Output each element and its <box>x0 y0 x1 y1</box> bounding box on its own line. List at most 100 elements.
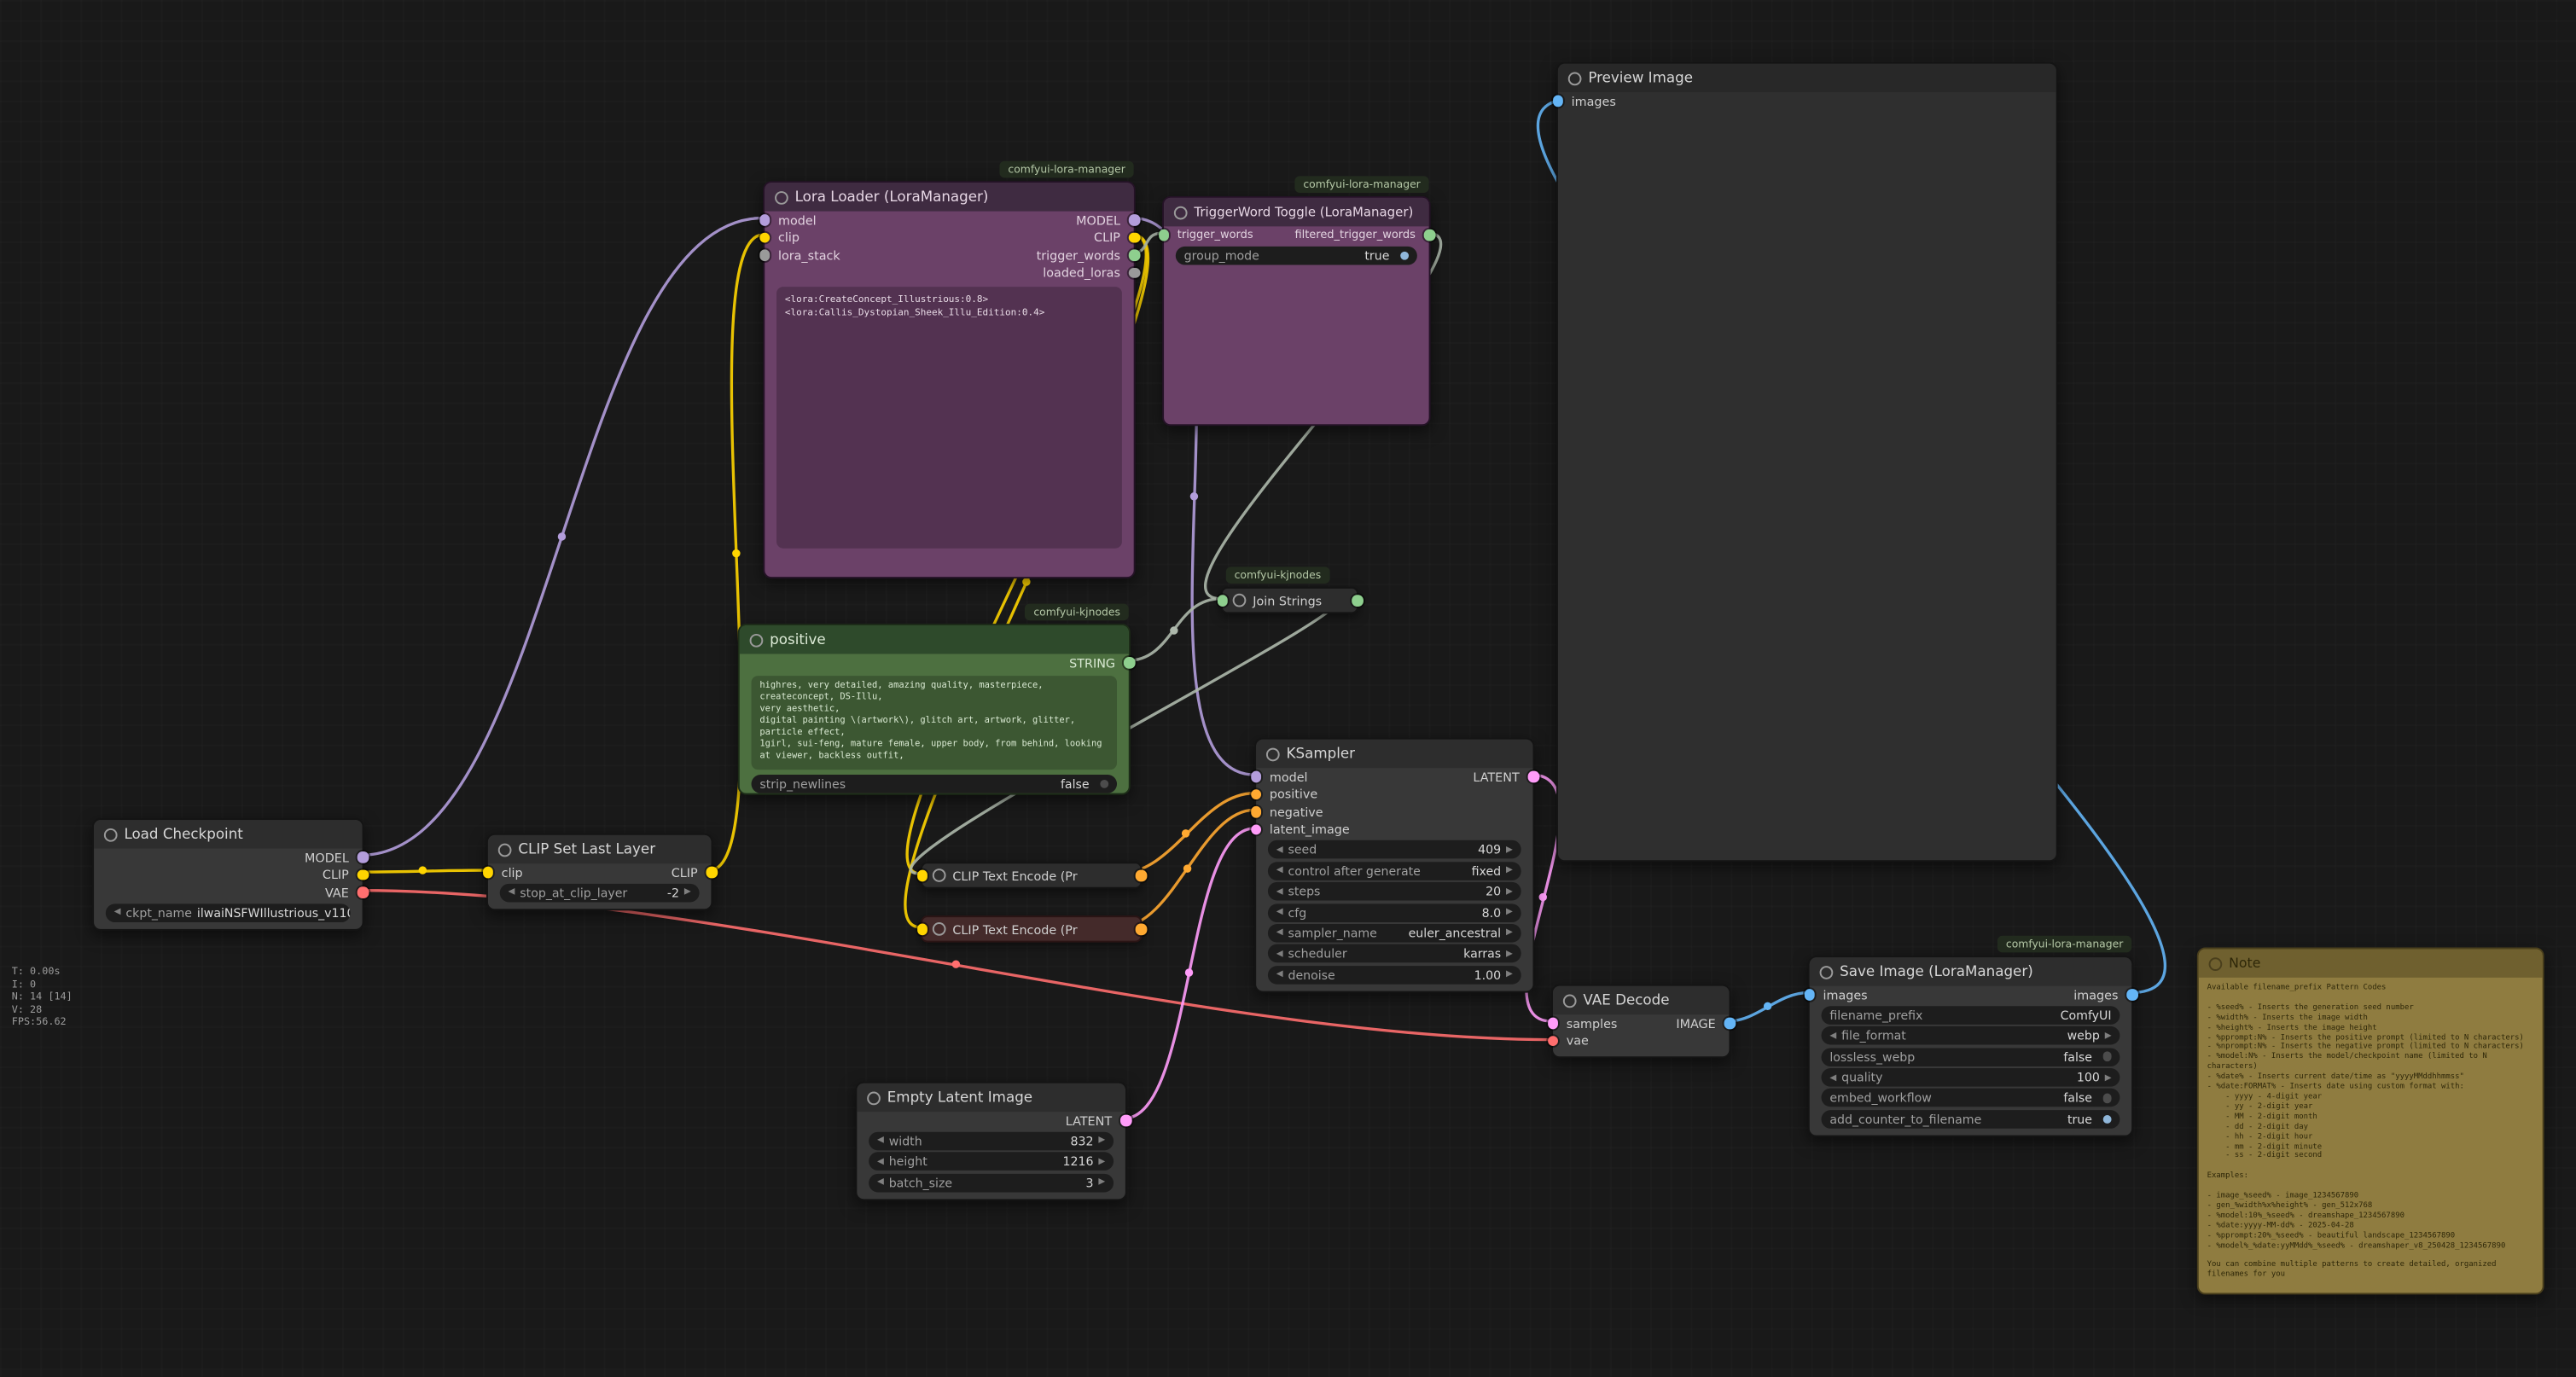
node-vae-decode[interactable]: VAE Decode samples IMAGE vae <box>1551 985 1730 1058</box>
graph-canvas[interactable]: T: 0.00s I: 0 N: 14 [14] V: 28 FPS:56.62… <box>0 0 2576 1377</box>
collapse-dot-icon[interactable] <box>1266 747 1280 761</box>
toggle-indicator-icon[interactable] <box>1099 779 1108 788</box>
input-pin-string[interactable] <box>1217 595 1228 606</box>
combo-right-arrow-icon[interactable]: ▶ <box>1506 907 1513 917</box>
node-titlebar[interactable]: Save Image (LoraManager) <box>1810 957 2131 985</box>
combo-left-arrow-icon[interactable]: ◀ <box>1276 866 1283 876</box>
combo-right-arrow-icon[interactable]: ▶ <box>1098 1157 1105 1167</box>
node-lora-loader[interactable]: comfyui-lora-manager Lora Loader (LoraMa… <box>763 181 1135 578</box>
combo-left-arrow-icon[interactable]: ◀ <box>1276 845 1283 855</box>
node-clip-text-encode-positive[interactable]: CLIP Text Encode (Pr <box>921 862 1142 888</box>
combo-right-arrow-icon[interactable]: ▶ <box>1098 1177 1105 1188</box>
output-pin-trigger-words[interactable] <box>1129 250 1140 261</box>
widget-batch-size[interactable]: ◀ batch_size 3 ▶ <box>869 1173 1114 1192</box>
input-pin-images[interactable] <box>1552 96 1563 107</box>
combo-left-arrow-icon[interactable]: ◀ <box>1276 928 1283 938</box>
node-titlebar[interactable]: Empty Latent Image <box>857 1084 1125 1112</box>
combo-right-arrow-icon[interactable]: ▶ <box>1506 845 1513 855</box>
node-join-strings[interactable]: comfyui-kjnodes Join Strings <box>1221 587 1358 613</box>
node-preview-image[interactable]: Preview Image images <box>1556 62 2058 863</box>
widget-lossless-webp[interactable]: lossless_webp false <box>1822 1048 2120 1066</box>
input-pin-clip[interactable] <box>916 923 927 934</box>
output-pin-images[interactable] <box>2126 990 2137 1001</box>
widget-embed-workflow[interactable]: embed_workflow false <box>1822 1089 2120 1108</box>
combo-right-arrow-icon[interactable]: ▶ <box>1506 970 1513 980</box>
widget-seed[interactable]: ◀ seed 409 ▶ <box>1268 840 1521 859</box>
node-titlebar[interactable]: Note <box>2199 949 2543 977</box>
input-pin-positive[interactable] <box>1250 789 1261 800</box>
widget-file-format[interactable]: ◀ file_format webp ▶ <box>1822 1026 2120 1045</box>
node-load-checkpoint[interactable]: Load Checkpoint MODEL CLIP VAE ◀ ckpt_na… <box>92 818 363 931</box>
output-pin-clip[interactable] <box>706 867 717 878</box>
node-note[interactable]: Note Available filename_prefix Pattern C… <box>2197 948 2544 1295</box>
widget-ckpt-name[interactable]: ◀ ckpt_name ilwaiNSFWIllustrious_v110.s … <box>106 903 351 922</box>
input-pin-trigger-words[interactable] <box>1158 230 1169 241</box>
combo-right-arrow-icon[interactable]: ▶ <box>1506 928 1513 938</box>
collapse-dot-icon[interactable] <box>498 843 512 857</box>
node-clip-set-last-layer[interactable]: CLIP Set Last Layer clip CLIP ◀ stop_at_… <box>486 834 712 911</box>
collapse-dot-icon[interactable] <box>2209 956 2223 970</box>
input-pin-model[interactable] <box>1250 771 1261 782</box>
input-pin-model[interactable] <box>759 215 770 226</box>
output-pin-filtered-trigger-words[interactable] <box>1424 230 1435 241</box>
toggle-indicator-icon[interactable] <box>2102 1114 2112 1124</box>
input-pin-samples[interactable] <box>1547 1018 1558 1029</box>
output-pin-loaded-loras[interactable] <box>1129 267 1140 278</box>
combo-left-arrow-icon[interactable]: ◀ <box>877 1157 884 1167</box>
input-pin-lora-stack[interactable] <box>759 250 770 261</box>
collapse-dot-icon[interactable] <box>1568 72 1582 85</box>
collapse-dot-icon[interactable] <box>104 828 118 841</box>
combo-left-arrow-icon[interactable]: ◀ <box>877 1136 884 1146</box>
output-pin-conditioning[interactable] <box>1136 923 1147 934</box>
output-pin-latent[interactable] <box>1528 771 1539 782</box>
widget-filename-prefix[interactable]: filename_prefix ComfyUI <box>1822 1006 2120 1025</box>
node-titlebar[interactable]: VAE Decode <box>1553 986 1729 1014</box>
node-save-image[interactable]: comfyui-lora-manager Save Image (LoraMan… <box>1808 956 2133 1137</box>
node-titlebar[interactable]: KSampler <box>1256 740 1532 768</box>
widget-add-counter-to-filename[interactable]: add_counter_to_filename true <box>1822 1110 2120 1129</box>
input-pin-vae[interactable] <box>1547 1036 1558 1047</box>
node-titlebar[interactable]: positive <box>740 625 1129 654</box>
combo-right-arrow-icon[interactable]: ▶ <box>684 888 691 898</box>
combo-left-arrow-icon[interactable]: ◀ <box>877 1177 884 1188</box>
node-titlebar[interactable]: Load Checkpoint <box>94 820 362 848</box>
lora-syntax-textarea[interactable]: <lora:CreateConcept_Illustrious:0.8> <lo… <box>776 287 1122 549</box>
output-pin-clip[interactable] <box>1129 232 1140 243</box>
node-positive-prompt[interactable]: comfyui-kjnodes positive STRING highres,… <box>738 624 1131 794</box>
toggle-indicator-icon[interactable] <box>1399 251 1409 260</box>
input-pin-clip[interactable] <box>482 867 493 878</box>
input-pin-clip[interactable] <box>916 870 927 881</box>
collapse-dot-icon[interactable] <box>1563 994 1577 1008</box>
node-clip-text-encode-negative[interactable]: CLIP Text Encode (Pr <box>921 915 1142 942</box>
output-pin-model[interactable] <box>1129 215 1140 226</box>
collapse-dot-icon[interactable] <box>1174 206 1188 219</box>
combo-left-arrow-icon[interactable]: ◀ <box>1276 949 1283 959</box>
input-pin-negative[interactable] <box>1250 806 1261 817</box>
node-titlebar[interactable]: TriggerWord Toggle (LoraManager) <box>1164 198 1429 226</box>
widget-strip-newlines[interactable]: strip_newlines false <box>752 775 1117 793</box>
node-titlebar[interactable]: Lora Loader (LoraManager) <box>765 183 1133 211</box>
output-pin-clip[interactable] <box>358 869 369 880</box>
node-triggerword-toggle[interactable]: comfyui-lora-manager TriggerWord Toggle … <box>1162 196 1430 426</box>
combo-left-arrow-icon[interactable]: ◀ <box>1276 886 1283 897</box>
output-pin-image[interactable] <box>1724 1018 1736 1029</box>
combo-left-arrow-icon[interactable]: ◀ <box>1276 970 1283 980</box>
output-pin-model[interactable] <box>358 851 369 863</box>
widget-cfg[interactable]: ◀ cfg 8.0 ▶ <box>1268 903 1521 922</box>
combo-right-arrow-icon[interactable]: ▶ <box>2105 1031 2112 1041</box>
widget-scheduler[interactable]: ◀ scheduler karras ▶ <box>1268 944 1521 963</box>
toggle-indicator-icon[interactable] <box>2102 1094 2112 1103</box>
input-pin-clip[interactable] <box>759 232 770 243</box>
combo-left-arrow-icon[interactable]: ◀ <box>1829 1072 1836 1083</box>
output-pin-conditioning[interactable] <box>1136 870 1147 881</box>
widget-denoise[interactable]: ◀ denoise 1.00 ▶ <box>1268 966 1521 985</box>
output-pin-vae[interactable] <box>358 887 369 898</box>
input-pin-latent-image[interactable] <box>1250 824 1261 835</box>
collapse-dot-icon[interactable] <box>867 1091 881 1105</box>
widget-height[interactable]: ◀ height 1216 ▶ <box>869 1153 1114 1171</box>
combo-right-arrow-icon[interactable]: ▶ <box>1098 1136 1105 1146</box>
node-titlebar[interactable]: Preview Image <box>1558 64 2056 92</box>
widget-steps[interactable]: ◀ steps 20 ▶ <box>1268 882 1521 901</box>
collapse-dot-icon[interactable] <box>933 869 946 882</box>
collapse-dot-icon[interactable] <box>750 633 764 647</box>
